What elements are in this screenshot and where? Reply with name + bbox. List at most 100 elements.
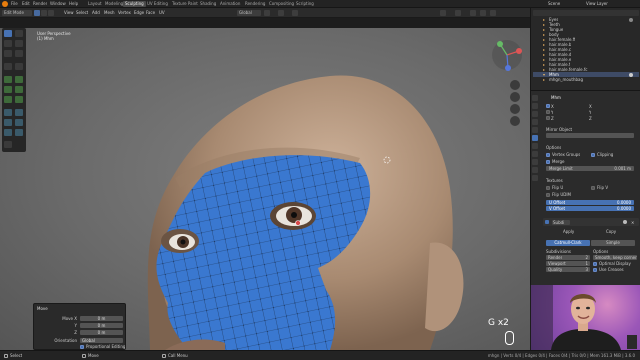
bevel-icon[interactable] [4, 86, 12, 93]
menu-edit[interactable]: Edit [22, 1, 30, 6]
move-icon[interactable] [4, 40, 12, 47]
navigation-gizmo[interactable] [490, 38, 524, 72]
measure-icon[interactable] [15, 63, 23, 70]
menu-render[interactable]: Render [33, 1, 47, 6]
menu-edge[interactable]: Edge [134, 10, 144, 15]
catmull-clark-button[interactable]: Catmull-Clark [546, 240, 590, 246]
knife-icon[interactable] [4, 96, 12, 103]
poly-build-icon[interactable] [15, 96, 23, 103]
shrink-fatten-icon[interactable] [15, 119, 23, 126]
tab-rendering[interactable]: Rendering [243, 1, 267, 7]
outliner-row[interactable]: ▸ mhgn_mouthbag [533, 77, 639, 82]
scale-icon[interactable] [4, 50, 12, 57]
smooth-icon[interactable] [15, 109, 23, 116]
proportional-checkbox[interactable] [80, 345, 84, 349]
constraints-props-icon[interactable] [532, 159, 538, 165]
overlay-icon[interactable] [440, 10, 446, 16]
outliner-search[interactable] [533, 10, 639, 16]
xray-icon[interactable] [455, 10, 461, 16]
menu-add[interactable]: Add [92, 10, 100, 15]
menu-face[interactable]: Face [146, 10, 155, 15]
optimal-display-checkbox[interactable] [593, 262, 597, 266]
view-layer-selector[interactable]: View Layer [586, 1, 608, 6]
data-props-icon[interactable] [532, 167, 538, 173]
render-props-icon[interactable] [532, 103, 538, 109]
modifier-props-icon[interactable] [532, 135, 538, 141]
tab-sculpting[interactable]: Sculpting [123, 1, 146, 7]
visibility-eye-icon[interactable] [629, 18, 633, 22]
rotate-icon[interactable] [15, 40, 23, 47]
menu-mesh[interactable]: Mesh [104, 10, 115, 15]
shading-render-icon[interactable] [490, 10, 496, 16]
edge-slide-icon[interactable] [4, 119, 12, 126]
simple-button[interactable]: Simple [591, 240, 635, 246]
v-offset-field[interactable]: V Offset 0.0000 [546, 206, 634, 211]
vertex-select-icon[interactable] [34, 10, 40, 16]
menu-select[interactable]: Select [76, 10, 88, 15]
move-y-field[interactable]: 0 m [80, 323, 123, 328]
ortho-toggle-icon[interactable] [510, 116, 520, 126]
face-select-icon[interactable] [48, 10, 54, 16]
menu-vertex[interactable]: Vertex [118, 10, 131, 15]
snap-icon[interactable] [278, 10, 284, 16]
mirror-object-field[interactable] [546, 133, 634, 138]
particles-props-icon[interactable] [532, 143, 538, 149]
tab-texture-paint[interactable]: Texture Paint [170, 1, 200, 7]
shear-icon[interactable] [4, 129, 12, 136]
3d-viewport[interactable]: User Perspective (1) Mhm G x2 [0, 28, 530, 350]
menu-uv[interactable]: UV [159, 10, 165, 15]
merge-limit-field[interactable]: Merge Limit 0.001 m [546, 166, 634, 171]
quality-field[interactable]: Quality 3 [546, 267, 590, 272]
merge-checkbox[interactable] [546, 160, 550, 164]
material-props-icon[interactable] [532, 175, 538, 181]
axis-y-checkbox[interactable] [546, 110, 550, 114]
zoom-icon[interactable] [510, 80, 520, 90]
loop-cut-icon[interactable] [15, 86, 23, 93]
viewport-levels-field[interactable]: Viewport 1 [546, 261, 590, 266]
subdivision-modifier-header[interactable]: Subdi ✕ [543, 218, 639, 226]
axis-x-checkbox[interactable] [546, 104, 550, 108]
redo-panel-title[interactable]: Move [37, 306, 48, 311]
u-offset-field[interactable]: U Offset 0.0000 [546, 200, 634, 205]
apply-tab[interactable]: Apply [563, 229, 574, 234]
cursor-icon[interactable] [15, 30, 23, 37]
edge-select-icon[interactable] [41, 10, 47, 16]
tool-props-icon[interactable] [532, 95, 538, 101]
tab-layout[interactable]: Layout [86, 1, 104, 7]
visibility-eye-icon[interactable] [629, 73, 633, 77]
orientation-dropdown[interactable]: Global [80, 338, 123, 343]
copy-tab[interactable]: Copy [606, 229, 616, 234]
shading-material-icon[interactable] [480, 10, 486, 16]
physics-props-icon[interactable] [532, 151, 538, 157]
flip-udim-checkbox[interactable] [546, 193, 550, 197]
shading-solid-icon[interactable] [470, 10, 476, 16]
scene-selector[interactable]: Scene [548, 1, 560, 6]
tab-shading[interactable]: Shading [198, 1, 218, 7]
blender-logo-icon[interactable] [2, 1, 8, 7]
annotate-icon[interactable] [4, 63, 12, 70]
menu-window[interactable]: Window [50, 1, 66, 6]
tab-animation[interactable]: Animation [218, 1, 242, 7]
transform-icon[interactable] [15, 50, 23, 57]
move-z-field[interactable]: 0 m [80, 330, 123, 335]
transform-orientation[interactable]: Global [237, 10, 261, 16]
select-box-icon[interactable] [4, 30, 12, 37]
flip-u-checkbox[interactable] [546, 186, 550, 190]
scene-props-icon[interactable] [532, 119, 538, 125]
rip-icon[interactable] [15, 129, 23, 136]
render-levels-field[interactable]: Render 2 [546, 255, 590, 260]
camera-view-icon[interactable] [510, 104, 520, 114]
modifier-visibility-icon[interactable] [623, 220, 627, 224]
mode-selector[interactable]: Edit Mode [2, 10, 32, 16]
uv-smooth-dropdown[interactable]: Smooth, keep corners [593, 255, 637, 260]
pivot-icon[interactable] [264, 10, 270, 16]
menu-file[interactable]: File [11, 1, 18, 6]
move-x-field[interactable]: 0 m [80, 316, 123, 321]
proportional-icon[interactable] [292, 10, 298, 16]
pan-icon[interactable] [510, 92, 520, 102]
spin-icon[interactable] [4, 109, 12, 116]
inset-icon[interactable] [15, 76, 23, 83]
tab-modeling[interactable]: Modeling [103, 1, 125, 7]
tab-compositing[interactable]: Compositing [267, 1, 296, 7]
menu-help[interactable]: Help [69, 1, 78, 6]
